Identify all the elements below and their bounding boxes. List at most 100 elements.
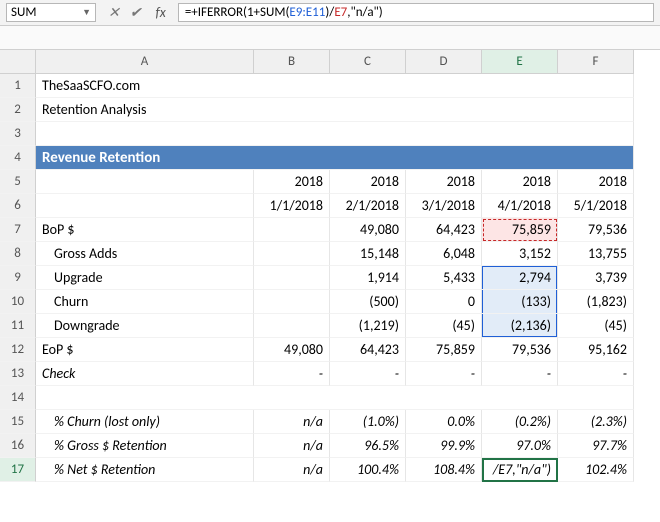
cell[interactable]: (0.2%) xyxy=(482,410,558,434)
cell[interactable]: (2.3%) xyxy=(558,410,634,434)
row-header[interactable]: 13 xyxy=(0,362,36,386)
cell[interactable]: (500) xyxy=(330,290,406,314)
empty-cell[interactable] xyxy=(36,122,634,146)
cell[interactable]: 79,536 xyxy=(482,338,558,362)
col-header[interactable]: D xyxy=(406,50,482,74)
cell[interactable] xyxy=(36,170,254,194)
row-label[interactable]: % Net $ Retention xyxy=(36,458,254,482)
name-box[interactable]: SUM ▼ xyxy=(6,3,96,22)
row-header[interactable]: 7 xyxy=(0,218,36,242)
cell[interactable]: 49,080 xyxy=(254,338,330,362)
cell[interactable]: (45) xyxy=(558,314,634,338)
row-label[interactable]: Upgrade xyxy=(36,266,254,290)
cell-referenced-e7[interactable]: 75,859 xyxy=(482,218,558,242)
cell-range-e11[interactable]: (2,136) xyxy=(482,314,558,338)
row-header[interactable]: 2 xyxy=(0,98,36,122)
page-subtitle[interactable]: Retention Analysis xyxy=(36,98,634,122)
cell[interactable]: (1.0%) xyxy=(330,410,406,434)
row-header[interactable]: 6 xyxy=(0,194,36,218)
row-label[interactable]: Gross Adds xyxy=(36,242,254,266)
row-label[interactable]: Downgrade xyxy=(36,314,254,338)
cell[interactable]: 49,080 xyxy=(330,218,406,242)
cell[interactable] xyxy=(254,290,330,314)
cell[interactable]: 75,859 xyxy=(406,338,482,362)
cell[interactable]: 2018 xyxy=(482,170,558,194)
cell-range-e10[interactable]: (133) xyxy=(482,290,558,314)
cell[interactable]: 95,162 xyxy=(558,338,634,362)
cell[interactable]: 0 xyxy=(406,290,482,314)
cell[interactable] xyxy=(254,266,330,290)
col-header[interactable]: B xyxy=(254,50,330,74)
cell[interactable]: 15,148 xyxy=(330,242,406,266)
cell[interactable]: (45) xyxy=(406,314,482,338)
row-label[interactable]: % Gross $ Retention xyxy=(36,434,254,458)
row-header[interactable]: 8 xyxy=(0,242,36,266)
cell[interactable]: 3,152 xyxy=(482,242,558,266)
cell[interactable]: n/a xyxy=(254,410,330,434)
fx-icon[interactable]: fx xyxy=(155,4,165,21)
row-header[interactable]: 1 xyxy=(0,74,36,98)
cell[interactable]: - xyxy=(406,362,482,386)
cell[interactable]: 99.9% xyxy=(406,434,482,458)
cell[interactable]: 96.5% xyxy=(330,434,406,458)
cell[interactable]: 100.4% xyxy=(330,458,406,482)
row-header[interactable]: 15 xyxy=(0,410,36,434)
chevron-down-icon[interactable]: ▼ xyxy=(82,7,91,18)
cell[interactable]: 13,755 xyxy=(558,242,634,266)
row-header[interactable]: 14 xyxy=(0,386,36,410)
row-header[interactable]: 4 xyxy=(0,146,36,170)
cell[interactable] xyxy=(36,194,254,218)
section-header[interactable]: Revenue Retention xyxy=(36,146,634,170)
row-header[interactable]: 12 xyxy=(0,338,36,362)
col-header[interactable]: C xyxy=(330,50,406,74)
cancel-icon[interactable]: ✕ xyxy=(108,4,120,21)
select-all-corner[interactable] xyxy=(0,50,36,74)
active-cell-e17[interactable]: /E7,"n/a") xyxy=(482,458,558,482)
cell[interactable]: (1,823) xyxy=(558,290,634,314)
cell[interactable]: 64,423 xyxy=(406,218,482,242)
cell[interactable]: 5/1/2018 xyxy=(558,194,634,218)
cell[interactable]: 3/1/2018 xyxy=(406,194,482,218)
cell[interactable]: 4/1/2018 xyxy=(482,194,558,218)
cell[interactable]: - xyxy=(254,362,330,386)
cell[interactable]: 2018 xyxy=(254,170,330,194)
cell[interactable]: - xyxy=(482,362,558,386)
cell[interactable]: 64,423 xyxy=(330,338,406,362)
cell[interactable]: 2/1/2018 xyxy=(330,194,406,218)
row-label[interactable]: EoP $ xyxy=(36,338,254,362)
cell[interactable]: - xyxy=(558,362,634,386)
cell[interactable]: 108.4% xyxy=(406,458,482,482)
cell[interactable]: (1,219) xyxy=(330,314,406,338)
cell[interactable]: n/a xyxy=(254,458,330,482)
cell[interactable]: 2018 xyxy=(330,170,406,194)
cell[interactable] xyxy=(254,242,330,266)
empty-cell[interactable] xyxy=(36,386,634,410)
row-header[interactable]: 9 xyxy=(0,266,36,290)
accept-icon[interactable]: ✔ xyxy=(130,4,142,21)
row-header[interactable]: 10 xyxy=(0,290,36,314)
row-label[interactable]: Churn xyxy=(36,290,254,314)
cell[interactable]: n/a xyxy=(254,434,330,458)
cell[interactable]: 102.4% xyxy=(558,458,634,482)
cell[interactable]: 2018 xyxy=(558,170,634,194)
col-header[interactable]: E xyxy=(482,50,558,74)
row-header[interactable]: 16 xyxy=(0,434,36,458)
cell[interactable] xyxy=(254,314,330,338)
row-header[interactable]: 3 xyxy=(0,122,36,146)
page-title[interactable]: TheSaaSCFO.com xyxy=(36,74,634,98)
spreadsheet-grid[interactable]: A B C D E F 1 TheSaaSCFO.com 2 Retention… xyxy=(0,50,660,482)
col-header[interactable]: F xyxy=(558,50,634,74)
row-header[interactable]: 17 xyxy=(0,458,36,482)
cell[interactable]: 97.7% xyxy=(558,434,634,458)
cell[interactable]: 2018 xyxy=(406,170,482,194)
row-header[interactable]: 5 xyxy=(0,170,36,194)
cell[interactable]: 5,433 xyxy=(406,266,482,290)
cell[interactable]: 0.0% xyxy=(406,410,482,434)
cell-range-e9[interactable]: 2,794 xyxy=(482,266,558,290)
col-header[interactable]: A xyxy=(36,50,254,74)
cell[interactable]: 97.0% xyxy=(482,434,558,458)
cell[interactable]: 1,914 xyxy=(330,266,406,290)
cell[interactable]: 3,739 xyxy=(558,266,634,290)
row-label[interactable]: % Churn (lost only) xyxy=(36,410,254,434)
row-label[interactable]: Check xyxy=(36,362,254,386)
